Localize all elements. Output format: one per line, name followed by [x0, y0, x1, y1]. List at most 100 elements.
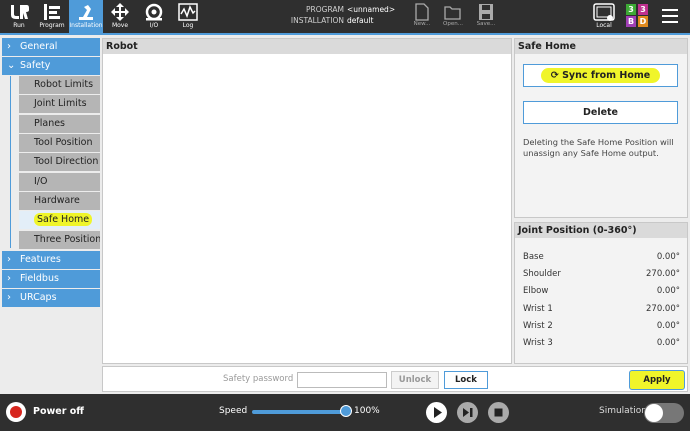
speed-slider-handle[interactable] [340, 405, 352, 417]
tab-io-label: I/O [149, 22, 159, 29]
joint-name: Wrist 3 [523, 338, 553, 348]
joint-value: 270.00° [646, 269, 680, 279]
local-control-icon [593, 3, 615, 21]
program-info-labels: PROGRAM INSTALLATION [284, 4, 344, 26]
nav-item-label: Hardware [34, 195, 80, 206]
tab-io[interactable]: I/O [137, 0, 171, 33]
power-icon[interactable] [6, 402, 26, 422]
joint-position-panel: Joint Position (0-360°) Base 0.00° Should… [514, 222, 688, 364]
step-icon [463, 408, 473, 417]
delete-button[interactable]: Delete [523, 101, 678, 124]
robot-panel-title: Robot [103, 39, 511, 54]
tab-run[interactable]: Run [2, 0, 36, 33]
nav-item-label: Three Position [34, 234, 100, 245]
nav-item-label: Tool Direction [34, 156, 99, 167]
safe-home-panel: Safe Home ⟳ Sync from Home Delete Deleti… [514, 38, 688, 218]
tab-run-label: Run [13, 22, 25, 29]
safe-home-description: Deleting the Safe Home Position will una… [523, 137, 674, 158]
nav-general[interactable]: › General [2, 38, 100, 56]
play-button[interactable] [426, 402, 447, 423]
io-icon [145, 3, 163, 21]
nav-item-joint-limits[interactable]: Joint Limits [19, 95, 100, 113]
nav-item-tool-direction[interactable]: Tool Direction [19, 153, 100, 171]
nav-safety[interactable]: ⌄ Safety [2, 57, 100, 75]
nav-item-label: Safe Home [34, 213, 93, 226]
open-button[interactable]: Open... [439, 2, 467, 27]
nav-urcaps[interactable]: › URCaps [2, 289, 100, 307]
joint-row-wrist-1: Wrist 1 270.00° [523, 304, 680, 316]
joint-row-elbow: Elbow 0.00° [523, 286, 680, 298]
simulation-toggle[interactable] [644, 403, 684, 423]
stop-button[interactable] [488, 402, 509, 423]
footer-bar: Power off Speed 100% Simulation [0, 394, 690, 431]
speed-slider-track[interactable] [252, 410, 346, 414]
joint-name: Base [523, 252, 544, 262]
safety-password-label: Safety password [223, 374, 294, 384]
nav-item-label: Tool Position [34, 137, 93, 148]
nav-urcaps-label: URCaps [20, 292, 57, 303]
unlock-button[interactable]: Unlock [391, 371, 439, 389]
power-off-label[interactable]: Power off [33, 406, 84, 417]
new-button[interactable]: New... [408, 2, 436, 27]
tab-log[interactable]: Log [171, 0, 205, 33]
safe-home-title: Safe Home [515, 39, 687, 54]
nav-item-robot-limits[interactable]: Robot Limits [19, 76, 100, 94]
safety-password-input[interactable] [297, 372, 387, 388]
nav-item-safe-home[interactable]: Safe Home [19, 211, 100, 229]
local-label: Local [596, 22, 612, 29]
joint-row-base: Base 0.00° [523, 252, 680, 264]
nav-item-three-position[interactable]: Three Position [19, 231, 100, 249]
nav-item-hardware[interactable]: Hardware [19, 192, 100, 210]
nav-item-planes[interactable]: Planes [19, 115, 100, 133]
nav-item-label: Robot Limits [34, 79, 94, 90]
new-label: New... [413, 21, 431, 27]
tab-log-label: Log [182, 22, 194, 29]
top-bar: Run Program Installation Move I/O Log PR… [0, 0, 690, 35]
nav-tree-line [10, 76, 11, 248]
joint-name: Shoulder [523, 269, 561, 279]
joint-value: 0.00° [656, 321, 680, 331]
speed-value: 100% [354, 406, 380, 416]
new-file-icon [415, 3, 429, 21]
installation-label: INSTALLATION [290, 16, 344, 25]
open-label: Open... [443, 21, 463, 27]
ur-logo-icon [11, 5, 29, 19]
action-bar: Safety password Unlock Lock Apply [102, 366, 688, 392]
chevron-down-icon: ⌄ [7, 60, 16, 71]
nav-item-label: Planes [34, 118, 66, 129]
program-name: <unnamed> [347, 5, 396, 14]
joint-value: 270.00° [646, 304, 680, 314]
nav-item-tool-position[interactable]: Tool Position [19, 134, 100, 152]
tab-installation[interactable]: Installation [69, 0, 103, 33]
tab-move-label: Move [111, 22, 129, 29]
apply-button[interactable]: Apply [629, 370, 685, 390]
hamburger-menu-icon[interactable] [662, 9, 678, 23]
joint-name: Wrist 1 [523, 304, 553, 314]
tab-program[interactable]: Program [35, 0, 69, 33]
nav-fieldbus[interactable]: › Fieldbus [2, 270, 100, 288]
tab-move[interactable]: Move [103, 0, 137, 33]
nav-item-io[interactable]: I/O [19, 173, 100, 191]
joint-value: 0.00° [656, 286, 680, 296]
left-navigation: › General ⌄ Safety Robot Limits Joint Li… [2, 38, 100, 363]
nav-safety-label: Safety [20, 60, 51, 71]
joint-position-title: Joint Position (0-360°) [515, 223, 687, 238]
lock-button[interactable]: Lock [444, 371, 488, 389]
program-info-values: <unnamed> default [347, 4, 395, 26]
badge-2: 3 [638, 4, 648, 15]
tab-program-label: Program [39, 22, 65, 29]
joint-value: 0.00° [656, 252, 680, 262]
move-icon [111, 3, 129, 21]
badge-4: D [638, 16, 648, 27]
save-icon [479, 4, 493, 20]
local-control-button[interactable]: Local [589, 2, 619, 29]
badge-1: 3 [626, 4, 636, 15]
log-icon [178, 3, 198, 21]
sync-from-home-button[interactable]: ⟳ Sync from Home [523, 64, 678, 87]
joint-name: Wrist 2 [523, 321, 553, 331]
step-button[interactable] [457, 402, 478, 423]
badge-3: B [626, 16, 636, 27]
nav-features[interactable]: › Features [2, 251, 100, 269]
nav-features-label: Features [20, 254, 61, 265]
save-button[interactable]: Save... [472, 2, 500, 27]
